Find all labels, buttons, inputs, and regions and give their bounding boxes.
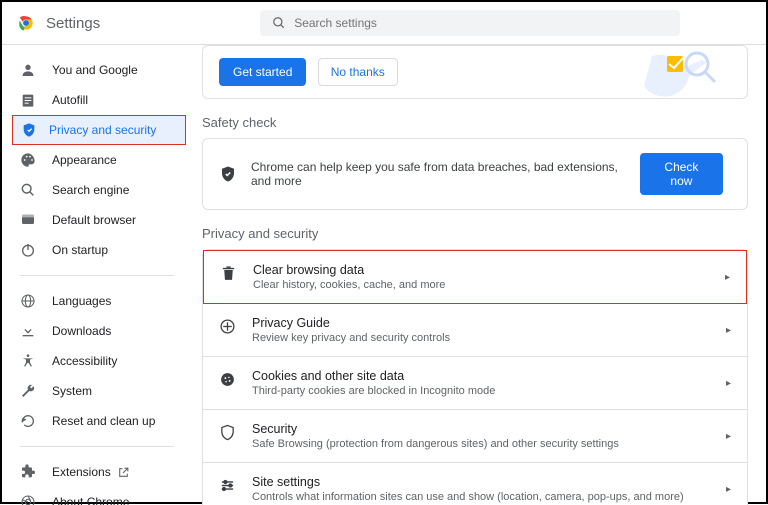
sidebar-item-label: Languages bbox=[52, 294, 111, 308]
power-icon bbox=[20, 242, 36, 258]
extension-icon bbox=[20, 464, 36, 480]
chevron-right-icon: ▸ bbox=[726, 484, 731, 495]
promo-card: Get started No thanks bbox=[202, 45, 748, 99]
sidebar-item-autofill[interactable]: Autofill bbox=[2, 85, 192, 115]
download-icon bbox=[20, 323, 36, 339]
sidebar-item-label: Extensions bbox=[52, 465, 111, 479]
security-shield-icon bbox=[219, 424, 236, 441]
chevron-right-icon: ▸ bbox=[725, 272, 730, 283]
check-now-button[interactable]: Check now bbox=[640, 153, 723, 195]
sidebar-item-label: Reset and clean up bbox=[52, 414, 155, 428]
search-input[interactable] bbox=[294, 16, 668, 30]
restore-icon bbox=[20, 413, 36, 429]
main: Get started No thanks Safety check Chrom… bbox=[192, 45, 766, 505]
sidebar-item-accessibility[interactable]: Accessibility bbox=[2, 346, 192, 376]
autofill-icon bbox=[20, 92, 36, 108]
person-icon bbox=[20, 62, 36, 78]
sliders-icon bbox=[219, 477, 236, 494]
sidebar-item-label: On startup bbox=[52, 243, 108, 257]
no-thanks-button[interactable]: No thanks bbox=[318, 58, 398, 86]
clear-browsing-data-item[interactable]: Clear browsing data Clear history, cooki… bbox=[203, 250, 747, 304]
privacy-guide-item[interactable]: Privacy Guide Review key privacy and sec… bbox=[203, 304, 747, 357]
browser-icon bbox=[20, 212, 36, 228]
header: Settings bbox=[2, 2, 766, 45]
palette-icon bbox=[20, 152, 36, 168]
chrome-logo bbox=[16, 13, 36, 33]
item-sub: Safe Browsing (protection from dangerous… bbox=[252, 438, 619, 450]
safety-check-card: Chrome can help keep you safe from data … bbox=[202, 138, 748, 210]
sidebar-item-label: System bbox=[52, 384, 92, 398]
sidebar-item-extensions[interactable]: Extensions bbox=[2, 457, 192, 487]
sidebar-item-label: Appearance bbox=[52, 153, 117, 167]
divider bbox=[20, 275, 174, 276]
sidebar-item-label: Privacy and security bbox=[49, 123, 156, 137]
item-sub: Clear history, cookies, cache, and more bbox=[253, 279, 445, 291]
sidebar-item-default-browser[interactable]: Default browser bbox=[2, 205, 192, 235]
sidebar-item-appearance[interactable]: Appearance bbox=[2, 145, 192, 175]
get-started-button[interactable]: Get started bbox=[219, 58, 306, 86]
security-item[interactable]: Security Safe Browsing (protection from … bbox=[203, 410, 747, 463]
item-title: Site settings bbox=[252, 475, 684, 489]
sidebar-item-label: Autofill bbox=[52, 93, 88, 107]
search-box[interactable] bbox=[260, 10, 680, 36]
globe-icon bbox=[20, 293, 36, 309]
shield-icon bbox=[21, 122, 37, 138]
sidebar-item-label: Downloads bbox=[52, 324, 111, 338]
privacy-list: Clear browsing data Clear history, cooki… bbox=[202, 249, 748, 505]
site-settings-item[interactable]: Site settings Controls what information … bbox=[203, 463, 747, 505]
chevron-right-icon: ▸ bbox=[726, 325, 731, 336]
item-title: Cookies and other site data bbox=[252, 369, 495, 383]
chrome-outline-icon bbox=[20, 494, 36, 505]
sidebar-item-privacy-and-security[interactable]: Privacy and security bbox=[12, 115, 186, 145]
sidebar-item-label: You and Google bbox=[52, 63, 138, 77]
sidebar-item-reset[interactable]: Reset and clean up bbox=[2, 406, 192, 436]
item-title: Privacy Guide bbox=[252, 316, 450, 330]
magnifier-icon bbox=[20, 182, 36, 198]
sidebar-item-you-and-google[interactable]: You and Google bbox=[2, 55, 192, 85]
sidebar-item-system[interactable]: System bbox=[2, 376, 192, 406]
item-sub: Controls what information sites can use … bbox=[252, 491, 684, 503]
sidebar-item-search-engine[interactable]: Search engine bbox=[2, 175, 192, 205]
promo-illustration bbox=[617, 46, 727, 101]
promo-actions: Get started No thanks bbox=[219, 58, 398, 86]
sidebar-item-label: Default browser bbox=[52, 213, 136, 227]
item-title: Security bbox=[252, 422, 619, 436]
divider bbox=[20, 446, 174, 447]
chevron-right-icon: ▸ bbox=[726, 378, 731, 389]
item-title: Clear browsing data bbox=[253, 263, 445, 277]
open-in-new-icon bbox=[117, 466, 130, 479]
sidebar-item-languages[interactable]: Languages bbox=[2, 286, 192, 316]
shield-check-icon bbox=[219, 165, 237, 183]
sidebar-item-label: Accessibility bbox=[52, 354, 117, 368]
search-icon bbox=[272, 16, 286, 30]
safety-check-title: Safety check bbox=[202, 115, 748, 130]
sidebar-item-about-chrome[interactable]: About Chrome bbox=[2, 487, 192, 505]
cookies-item[interactable]: Cookies and other site data Third-party … bbox=[203, 357, 747, 410]
chevron-right-icon: ▸ bbox=[726, 431, 731, 442]
item-sub: Review key privacy and security controls bbox=[252, 332, 450, 344]
item-sub: Third-party cookies are blocked in Incog… bbox=[252, 385, 495, 397]
privacy-section-title: Privacy and security bbox=[202, 226, 748, 241]
trash-icon bbox=[220, 265, 237, 282]
sidebar-item-downloads[interactable]: Downloads bbox=[2, 316, 192, 346]
safety-text: Chrome can help keep you safe from data … bbox=[251, 160, 640, 188]
compass-icon bbox=[219, 318, 236, 335]
wrench-icon bbox=[20, 383, 36, 399]
accessibility-icon bbox=[20, 353, 36, 369]
content: You and Google Autofill Privacy and secu… bbox=[2, 45, 766, 505]
sidebar-item-label: Search engine bbox=[52, 183, 129, 197]
sidebar-item-on-startup[interactable]: On startup bbox=[2, 235, 192, 265]
cookie-icon bbox=[219, 371, 236, 388]
sidebar: You and Google Autofill Privacy and secu… bbox=[2, 45, 192, 505]
page-title: Settings bbox=[46, 15, 100, 32]
